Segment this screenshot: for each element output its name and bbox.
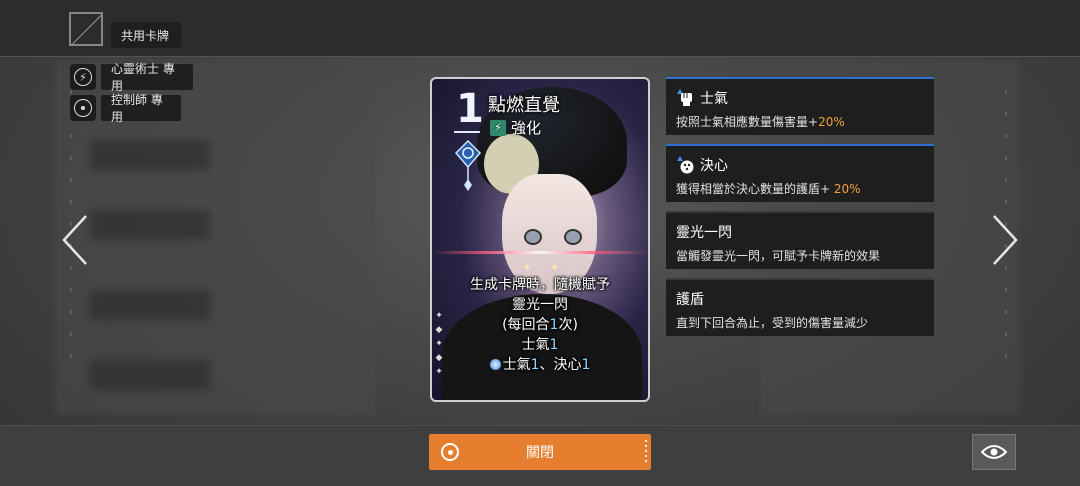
lightning-ring-icon: ⚡	[70, 64, 96, 90]
common-card-tag: 共用卡牌	[111, 22, 181, 48]
keyword-shield: 護盾 直到下回合為止，受到的傷害量減少	[666, 278, 934, 336]
card-name: 點燃直覺	[488, 95, 560, 116]
crystal-icon	[454, 139, 482, 191]
background-row	[90, 360, 210, 390]
psychic-class-tag: 心靈術士 專用	[101, 62, 193, 93]
previous-arrow-icon[interactable]	[60, 214, 90, 266]
keyword-epiphany: 靈光一閃 當觸發靈光一閃，可賦予卡牌新的效果	[666, 211, 934, 269]
dice-icon	[677, 156, 694, 174]
target-ring-icon	[70, 95, 96, 121]
eye-icon	[981, 445, 1007, 459]
keyword-morale: 士氣 按照士氣相應數量傷害量+20%	[666, 77, 934, 135]
lightning-icon: ⚡	[490, 119, 506, 136]
skill-card: · ✦ · ✦ · 1 ✦ ◆ ✦ ◆ ✦ 點燃直覺 ⚡ 強化 生成卡牌時，隨機賦予 靈…	[430, 77, 650, 402]
target-icon	[441, 443, 459, 461]
empty-slot-icon	[69, 12, 103, 46]
fist-icon	[677, 89, 692, 106]
close-button-label: 關閉	[526, 445, 554, 461]
card-type: ⚡ 強化	[490, 117, 541, 138]
card-type-label: 強化	[511, 119, 542, 137]
background-row	[90, 210, 210, 240]
keyword-resolve: 決心 獲得相當於決心數量的護盾+ 20%	[666, 144, 934, 202]
close-button[interactable]: 關閉	[429, 434, 651, 470]
background-row	[90, 140, 210, 170]
card-cost: 1	[456, 86, 484, 132]
controller-class-tag: 控制師 專用	[101, 93, 181, 124]
orb-icon	[489, 359, 501, 370]
background-row	[90, 290, 210, 320]
next-arrow-icon[interactable]	[990, 214, 1020, 266]
sparkle-decoration: · ✦ · ✦ ·	[511, 261, 573, 274]
card-description: 生成卡牌時，隨機賦予 靈光一閃 (每回合1次) 士氣1 士氣1、決心1	[470, 277, 610, 373]
view-art-button[interactable]	[972, 434, 1016, 470]
